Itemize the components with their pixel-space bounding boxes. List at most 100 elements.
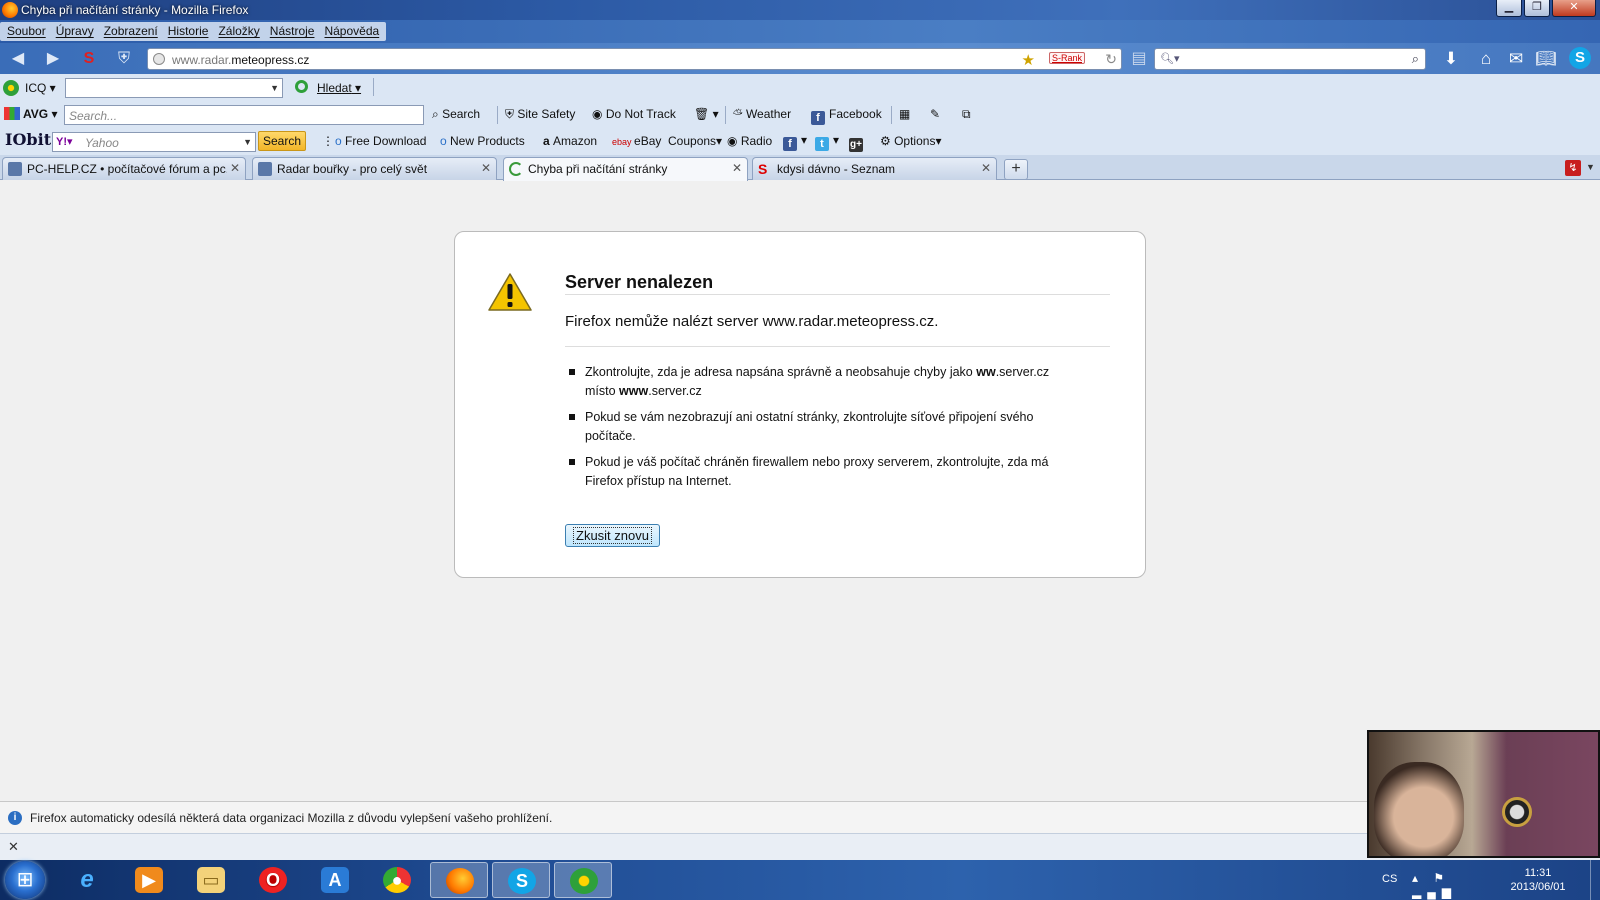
home-icon[interactable]: ⌂: [1475, 48, 1497, 70]
iobit-o-icon: ᴏ: [335, 134, 346, 148]
chrome-icon[interactable]: ●: [368, 862, 426, 898]
close-addon-bar-icon[interactable]: ✕: [8, 839, 19, 855]
yahoo-search-button[interactable]: Search: [258, 131, 306, 151]
srank-badge[interactable]: S-Rank: [1048, 52, 1085, 64]
menu-historie[interactable]: Historie: [163, 22, 214, 41]
iobit-logo[interactable]: IObit: [5, 130, 51, 149]
back-arrow-icon[interactable]: ◀: [9, 50, 27, 68]
gear-icon: ⚙: [880, 134, 895, 148]
search-engine-icon[interactable]: 🔍︎▾: [1160, 52, 1180, 65]
eye-icon: ◉: [592, 107, 606, 121]
download-arrow-icon[interactable]: ⬇: [1440, 48, 1462, 70]
tab-list-dropdown-icon[interactable]: ▼: [1586, 162, 1595, 172]
addon-icon[interactable]: ↯: [1565, 160, 1581, 176]
url-text: www.radar.meteopress.cz: [172, 53, 310, 67]
clock-date: 2013/06/01: [1510, 881, 1566, 893]
menu-napoveda[interactable]: Nápověda: [319, 22, 384, 41]
minimize-button[interactable]: ▁: [1496, 0, 1522, 17]
show-desktop-button[interactable]: [1590, 860, 1600, 900]
avg-logo[interactable]: AVG ▾: [4, 107, 57, 121]
maximize-button[interactable]: ❐: [1524, 0, 1550, 17]
notepad-icon[interactable]: ✎: [930, 107, 940, 121]
clock-time: 11:31: [1524, 867, 1552, 879]
menu-nastroje[interactable]: Nástroje: [265, 22, 320, 41]
seznam-s-icon[interactable]: S: [80, 50, 98, 68]
avg-toolbar: AVG ▾ Search... ⌕ Search ⛨ Site Safety ◉…: [0, 102, 1600, 129]
window-controls: ▁ ❐ ✕: [1496, 0, 1596, 18]
icq-search-button[interactable]: Hledat ▾: [317, 81, 361, 95]
close-tab-icon[interactable]: ✕: [981, 161, 991, 175]
menu-upravy[interactable]: Úpravy: [51, 22, 99, 41]
coupons-button[interactable]: Coupons▾: [668, 134, 722, 148]
firefox-icon[interactable]: [430, 862, 488, 898]
facebook-button[interactable]: f Facebook: [811, 107, 882, 125]
icq-menu[interactable]: ICQ ▾: [25, 81, 56, 95]
free-download-button[interactable]: ᴏ Free Download: [335, 134, 426, 148]
avg-search-input[interactable]: Search...: [64, 105, 424, 125]
amazon-icon: a: [543, 134, 554, 148]
start-button[interactable]: [5, 861, 45, 899]
tab-pc-help[interactable]: PC-HELP.CZ • počítačové fórum a pc... ✕: [2, 157, 246, 180]
clock[interactable]: 11:31 2013/06/01: [1508, 866, 1568, 894]
close-tab-icon[interactable]: ✕: [230, 161, 240, 175]
folder-icon[interactable]: ▭: [182, 862, 240, 898]
weather-button[interactable]: ⛅︎ Weather: [733, 107, 791, 122]
error-suggestions: Zkontrolujte, zda je adresa napsána sprá…: [565, 363, 1065, 498]
close-tab-icon[interactable]: ✕: [481, 161, 491, 175]
google-plus-icon[interactable]: g+: [849, 133, 867, 152]
icq-taskbar-icon[interactable]: [554, 862, 612, 898]
mail-icon[interactable]: ✉: [1505, 48, 1527, 70]
bookmark-star-icon[interactable]: ★: [1022, 51, 1035, 69]
amazon-button[interactable]: a Amazon: [543, 134, 597, 148]
skype-icon[interactable]: S: [1569, 47, 1591, 69]
tray-icons[interactable]: ▴ ⚑ ▂▄▆ 🔈︎: [1412, 871, 1457, 900]
facebook-share-icon[interactable]: f ▾: [783, 133, 807, 151]
close-window-button[interactable]: ✕: [1552, 0, 1596, 17]
forward-arrow-icon[interactable]: ▶: [44, 50, 62, 68]
book-icon[interactable]: 📖︎: [1535, 48, 1557, 70]
twitter-icon[interactable]: t ▾: [815, 133, 839, 151]
radio-button[interactable]: ◉ Radio: [727, 134, 772, 148]
tab-radar-bourky[interactable]: Radar bouřky - pro celý svět ✕: [252, 157, 497, 180]
ebay-button[interactable]: ebay eBay: [612, 134, 661, 148]
new-products-button[interactable]: ᴏ New Products: [440, 134, 525, 148]
tab-chyba[interactable]: Chyba při načítání stránky ✕: [503, 157, 748, 181]
app-store-icon[interactable]: A: [306, 862, 364, 898]
icq-flower-icon[interactable]: [3, 80, 19, 96]
menu-soubor[interactable]: Soubor: [2, 22, 51, 41]
trash-icon[interactable]: 🗑︎ ▾: [694, 107, 719, 121]
new-tab-button[interactable]: +: [1004, 159, 1028, 180]
search-bar[interactable]: 🔍︎▾ ⌕: [1154, 48, 1426, 70]
iobit-o-icon: ᴏ: [440, 134, 451, 148]
try-again-button[interactable]: Zkusit znovu: [565, 524, 660, 547]
skype-taskbar-icon[interactable]: S: [492, 862, 550, 898]
calculator-icon[interactable]: ▦: [899, 107, 910, 121]
do-not-track-button[interactable]: ◉ Do Not Track: [592, 107, 676, 121]
language-indicator[interactable]: CS: [1382, 873, 1397, 885]
green-search-icon: [295, 80, 308, 93]
options-button[interactable]: ⚙ Options▾: [880, 134, 941, 148]
tab-seznam[interactable]: S kdysi dávno - Seznam ✕: [752, 157, 997, 180]
notification-text: Firefox automaticky odesílá některá data…: [30, 811, 553, 825]
reload-icon[interactable]: ↻: [1105, 51, 1117, 68]
opera-icon[interactable]: O: [244, 862, 302, 898]
globe-icon: [153, 53, 165, 65]
url-bar[interactable]: www.radar.meteopress.cz ★ S-Rank ↻: [147, 48, 1122, 70]
shield-icon[interactable]: ⛨: [115, 50, 133, 68]
media-player-icon[interactable]: ▶: [120, 862, 178, 898]
notification-bar: i Firefox automaticky odesílá některá da…: [0, 801, 1600, 833]
feed-icon[interactable]: ▤: [1130, 50, 1148, 68]
screenshot-icon[interactable]: ⧉: [962, 107, 971, 122]
search-icon[interactable]: ⌕: [1412, 51, 1419, 67]
site-safety-button[interactable]: ⛨ Site Safety: [505, 107, 575, 122]
close-tab-icon[interactable]: ✕: [732, 161, 742, 175]
navigation-bar: ◀ ▶ S ⛨ www.radar.meteopress.cz ★ S-Rank…: [0, 43, 1600, 74]
icq-search-input[interactable]: ▼: [65, 78, 283, 98]
menu-zobrazeni[interactable]: Zobrazení: [99, 22, 163, 41]
grip-icon: ⋮: [322, 134, 334, 148]
internet-explorer-icon[interactable]: e: [58, 862, 116, 898]
suggestion-item: Pokud se vám nezobrazují ani ostatní str…: [565, 408, 1065, 446]
avg-search-button[interactable]: ⌕ Search: [432, 107, 480, 122]
menu-zalozky[interactable]: Záložky: [213, 22, 264, 41]
yahoo-search-input[interactable]: Yahoo Y!▾ ▼: [52, 132, 256, 152]
